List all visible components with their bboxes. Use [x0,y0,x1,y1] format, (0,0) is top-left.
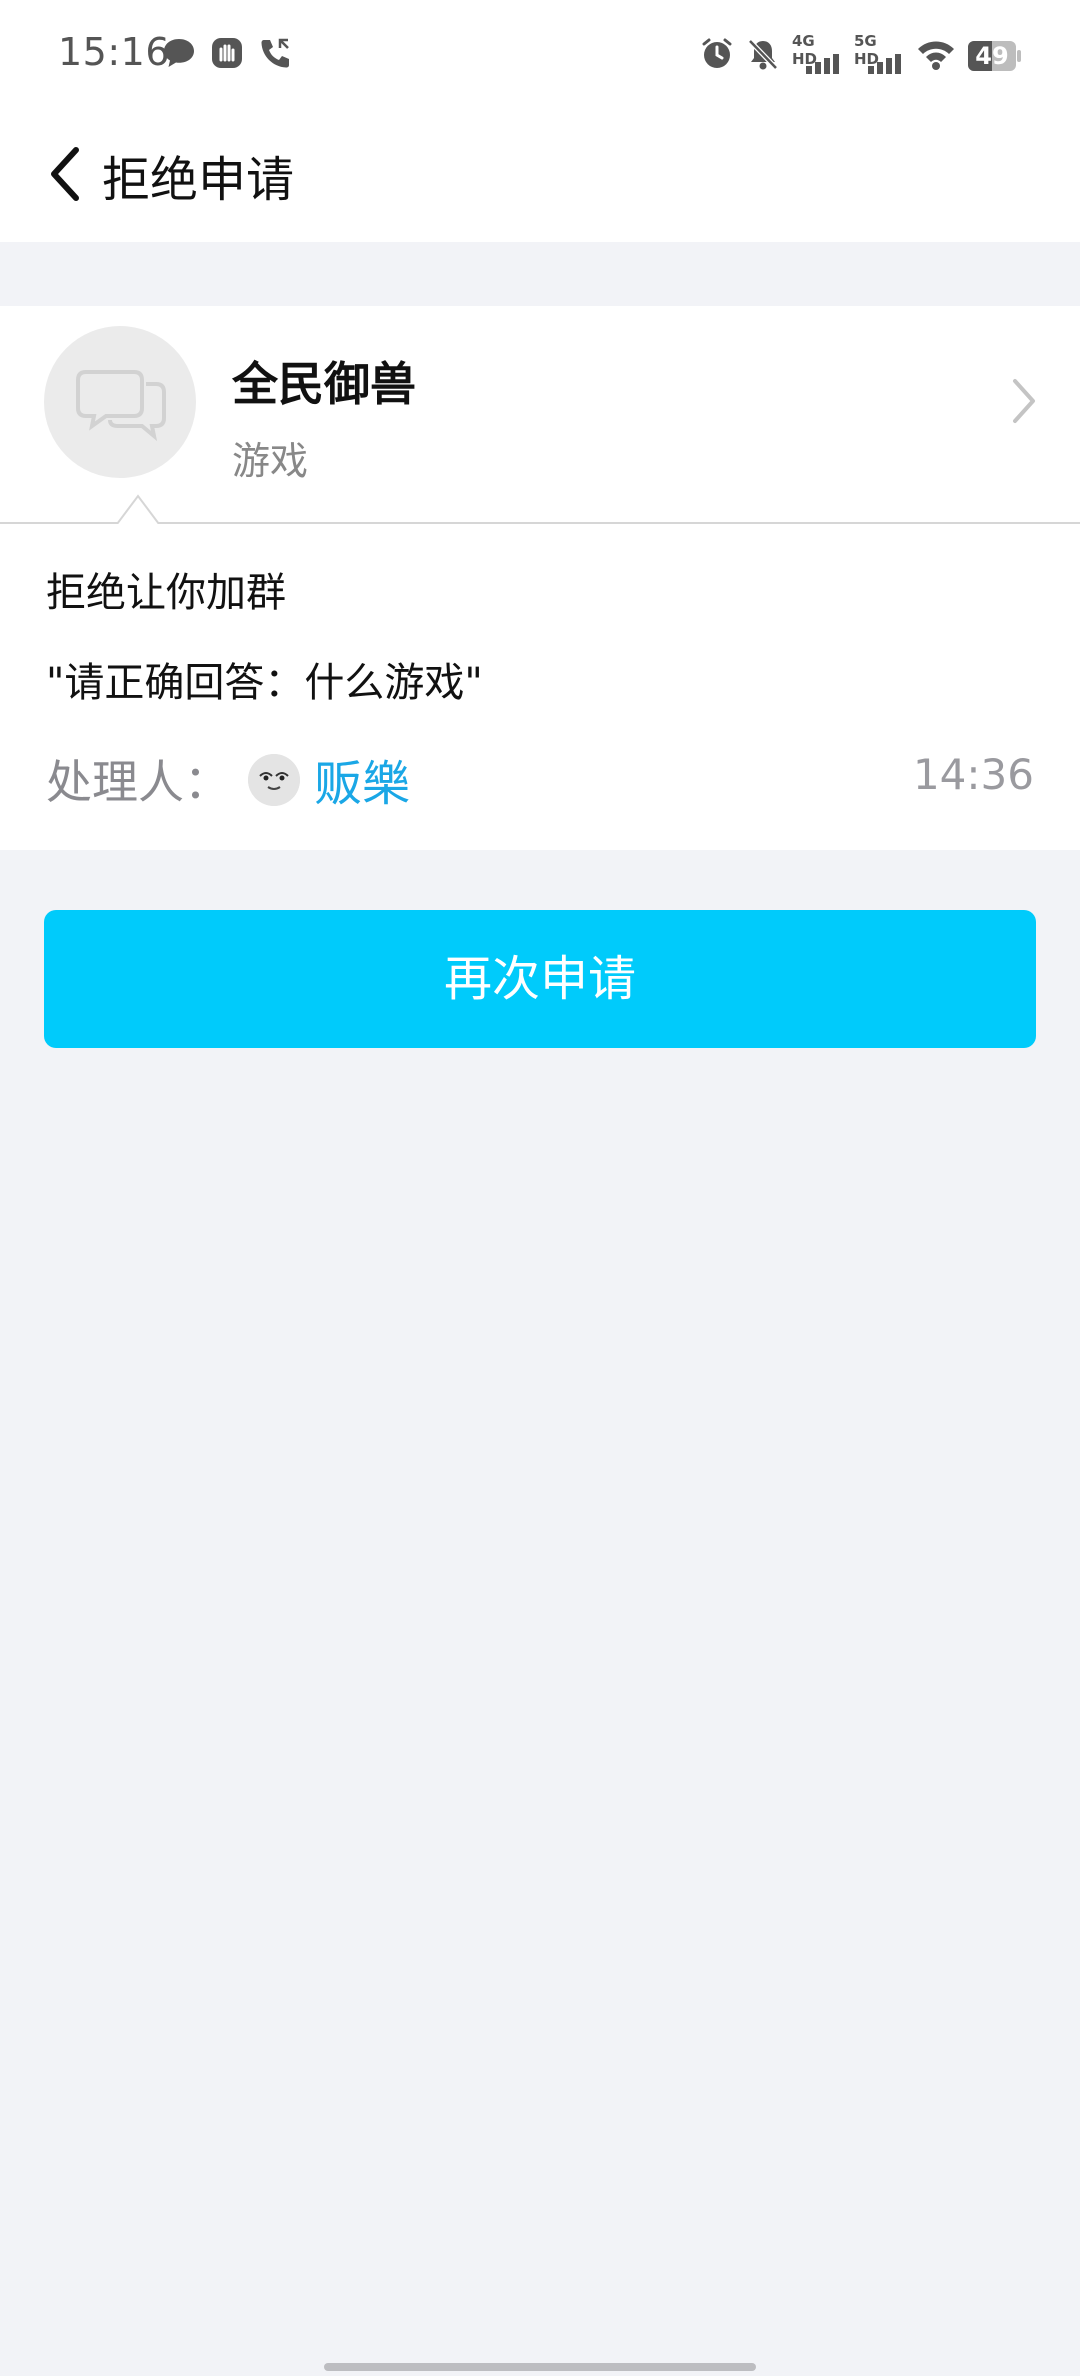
reapply-button[interactable]: 再次申请 [44,910,1036,1048]
handled-time: 14:36 [912,750,1034,799]
chat-bubbles-icon [76,370,166,442]
status-right-icons: 4G HD 5G HD 49 [700,32,1021,76]
home-indicator[interactable] [324,2363,756,2371]
status-left-icons [162,36,294,74]
chevron-right-icon [1010,376,1038,430]
handler-avatar[interactable] [248,754,300,806]
missed-call-icon [258,36,294,74]
handler-name-link[interactable]: 贩樂 [314,744,410,814]
signal-4g-icon: 4G HD [792,32,842,76]
back-arrow-icon[interactable] [46,142,86,206]
signal-5g-icon: 5G HD [854,32,904,76]
battery-icon: 49 [968,41,1021,71]
status-bar: 15:16 4G HD 5G HD 49 [0,0,1080,112]
group-category: 游戏 [232,439,309,483]
group-name: 全民御兽 [232,357,416,411]
message-bubble-icon [162,37,196,73]
rejection-details: 拒绝让你加群 "请正确回答：什么游戏" 处理人： 贩樂 14:36 [0,524,1080,850]
group-card[interactable]: 全民御兽 游戏 [0,306,1080,526]
battery-level: 49 [975,42,1009,70]
rejection-status: 拒绝让你加群 [46,570,286,616]
rejection-quote: "请正确回答：什么游戏" [46,660,483,706]
status-time: 15:16 [58,30,171,74]
nav-header: 拒绝申请 [0,112,1080,242]
alarm-icon [700,37,734,75]
handler-label: 处理人： [46,755,230,809]
hand-icon [210,36,244,74]
wifi-icon [916,37,956,75]
mute-bell-icon [746,37,780,75]
group-avatar [44,326,196,478]
page-title: 拒绝申请 [102,152,295,208]
